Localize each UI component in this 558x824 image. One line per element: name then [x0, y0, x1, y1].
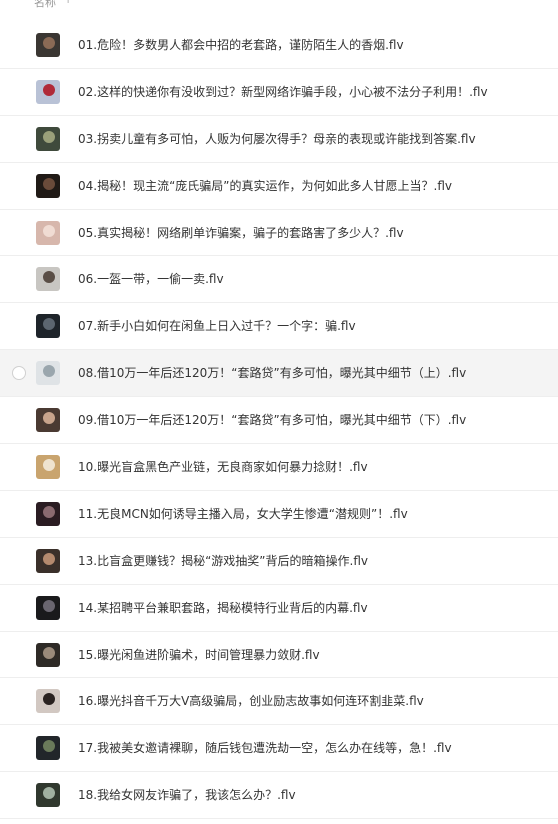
video-thumbnail [36, 595, 60, 620]
video-thumbnail [36, 314, 60, 339]
file-row[interactable]: 06.一盔一带，一偷一卖.flv [0, 256, 558, 304]
file-row[interactable]: 07.新手小白如何在闲鱼上日入过千？一个字：骗.flv [0, 303, 558, 351]
video-thumbnail [36, 689, 60, 714]
column-header[interactable]: 名称 ↑ [0, 0, 558, 12]
arrow-up-icon[interactable]: ↑ [64, 0, 72, 6]
file-name[interactable]: 02.这样的快递你有没收到过？新型网络诈骗手段，小心被不法分子利用！.flv [78, 84, 488, 100]
file-name[interactable]: 08.借10万一年后还120万！“套路贷”有多可怕，曝光其中细节（上）.flv [78, 365, 466, 381]
video-thumbnail [36, 548, 60, 573]
file-row[interactable]: 15.曝光闲鱼进阶骗术，时间管理暴力敛财.flv [0, 632, 558, 679]
select-checkbox[interactable] [12, 366, 26, 381]
file-name[interactable]: 17.我被美女邀请裸聊，随后钱包遭洗劫一空，怎么办在线等，急！.flv [78, 740, 452, 756]
video-thumbnail [36, 454, 60, 479]
file-row[interactable]: 14.某招聘平台兼职套路，揭秘模特行业背后的内幕.flv [0, 585, 558, 632]
file-row[interactable]: 10.曝光盲盒黑色产业链，无良商家如何暴力捻财！.flv [0, 444, 558, 491]
video-thumbnail [36, 361, 60, 386]
file-row[interactable]: 13.比盲盒更赚钱？揭秘“游戏抽奖”背后的暗箱操作.flv [0, 538, 558, 585]
video-thumbnail [36, 267, 60, 292]
file-name[interactable]: 16.曝光抖音千万大V高级骗局，创业励志故事如何连环割韭菜.flv [78, 693, 424, 709]
file-row[interactable]: 09.借10万一年后还120万！“套路贷”有多可怕，曝光其中细节（下）.flv [0, 397, 558, 445]
file-name[interactable]: 03.拐卖儿童有多可怕，人贩为何屡次得手？母亲的表现或许能找到答案.flv [78, 131, 476, 147]
file-name[interactable]: 04.揭秘！现主流“庞氏骗局”的真实运作，为何如此多人甘愿上当？.flv [78, 178, 452, 194]
file-row[interactable]: 02.这样的快递你有没收到过？新型网络诈骗手段，小心被不法分子利用！.flv [0, 69, 558, 116]
video-thumbnail [36, 126, 60, 151]
file-name[interactable]: 05.真实揭秘！网络刷单诈骗案，骗子的套路害了多少人？.flv [78, 225, 404, 241]
video-thumbnail [36, 32, 60, 57]
file-name[interactable]: 18.我给女网友诈骗了，我该怎么办？.flv [78, 787, 296, 803]
file-list: 01.危险！多数男人都会中招的老套路，谨防陌生人的香烟.flv 02.这样的快递你… [0, 22, 558, 820]
video-thumbnail [36, 79, 60, 104]
file-row[interactable]: 03.拐卖儿童有多可怕，人贩为何屡次得手？母亲的表现或许能找到答案.flv [0, 116, 558, 163]
file-name[interactable]: 15.曝光闲鱼进阶骗术，时间管理暴力敛财.flv [78, 647, 320, 663]
file-row[interactable]: 18.我给女网友诈骗了，我该怎么办？.flv [0, 772, 558, 820]
file-row[interactable]: 11.无良MCN如何诱导主播入局，女大学生惨遭“潜规则”！.flv [0, 491, 558, 538]
file-row[interactable]: 05.真实揭秘！网络刷单诈骗案，骗子的套路害了多少人？.flv [0, 210, 558, 257]
column-header-name[interactable]: 名称 [34, 0, 56, 10]
video-thumbnail [36, 783, 60, 808]
file-name[interactable]: 07.新手小白如何在闲鱼上日入过千？一个字：骗.flv [78, 318, 356, 334]
video-thumbnail [36, 408, 60, 433]
video-thumbnail [36, 736, 60, 761]
file-name[interactable]: 14.某招聘平台兼职套路，揭秘模特行业背后的内幕.flv [78, 600, 368, 616]
video-thumbnail [36, 220, 60, 245]
file-row[interactable]: 16.曝光抖音千万大V高级骗局，创业励志故事如何连环割韭菜.flv [0, 678, 558, 726]
file-row[interactable]: 01.危险！多数男人都会中招的老套路，谨防陌生人的香烟.flv [0, 22, 558, 69]
video-thumbnail [36, 501, 60, 526]
file-name[interactable]: 01.危险！多数男人都会中招的老套路，谨防陌生人的香烟.flv [78, 37, 404, 53]
file-name[interactable]: 09.借10万一年后还120万！“套路贷”有多可怕，曝光其中细节（下）.flv [78, 412, 466, 428]
file-name[interactable]: 13.比盲盒更赚钱？揭秘“游戏抽奖”背后的暗箱操作.flv [78, 553, 368, 569]
file-row[interactable]: 08.借10万一年后还120万！“套路贷”有多可怕，曝光其中细节（上）.flv [0, 350, 558, 398]
file-name[interactable]: 06.一盔一带，一偷一卖.flv [78, 271, 224, 287]
file-name[interactable]: 10.曝光盲盒黑色产业链，无良商家如何暴力捻财！.flv [78, 459, 368, 475]
video-thumbnail [36, 642, 60, 667]
video-thumbnail [36, 173, 60, 198]
file-row[interactable]: 04.揭秘！现主流“庞氏骗局”的真实运作，为何如此多人甘愿上当？.flv [0, 163, 558, 210]
file-row[interactable]: 17.我被美女邀请裸聊，随后钱包遭洗劫一空，怎么办在线等，急！.flv [0, 725, 558, 773]
file-name[interactable]: 11.无良MCN如何诱导主播入局，女大学生惨遭“潜规则”！.flv [78, 506, 408, 522]
